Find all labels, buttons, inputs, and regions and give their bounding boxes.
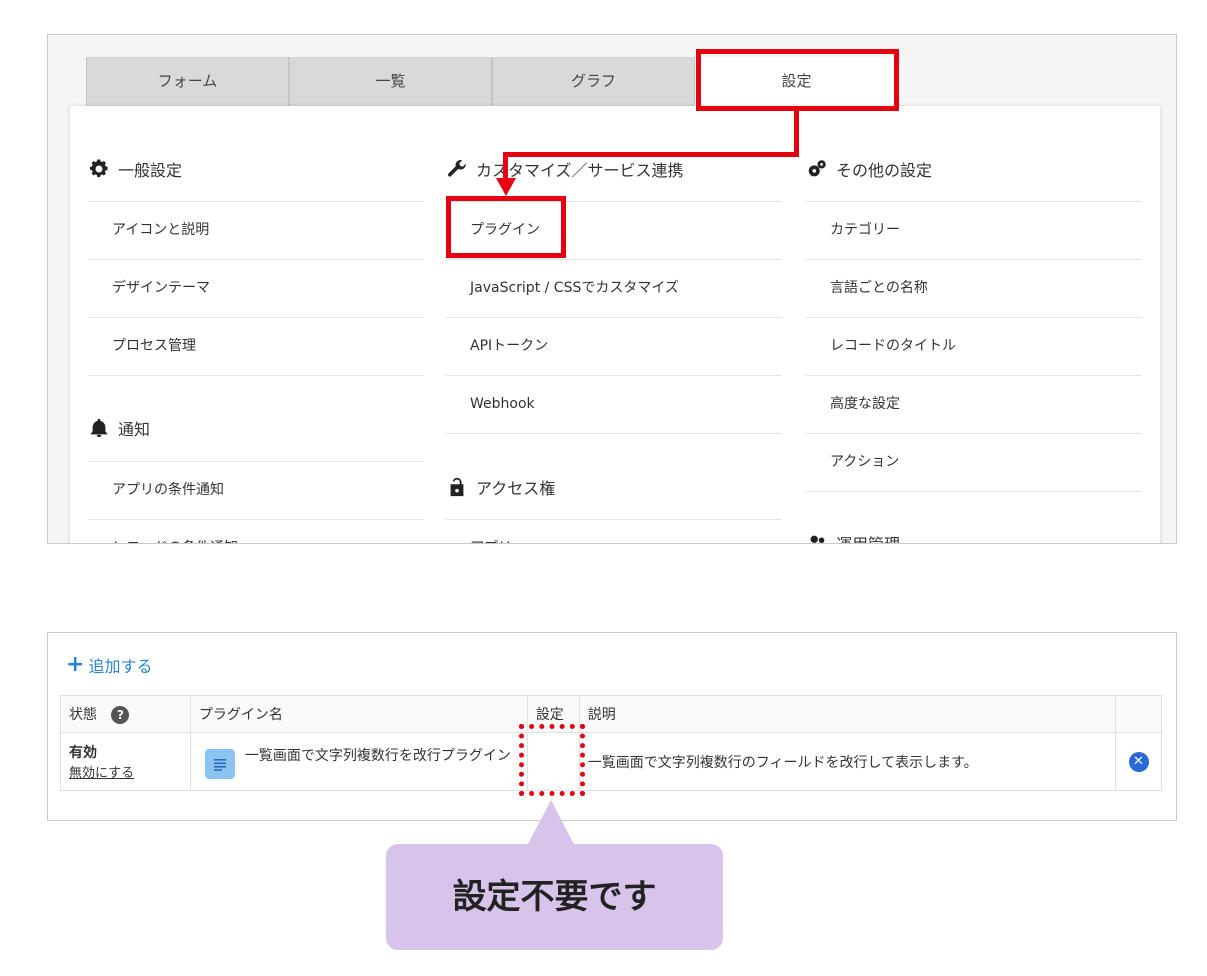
section-notify: 通知 (88, 413, 150, 443)
menu-item-action[interactable]: アクション (806, 433, 1142, 491)
header-status: 状態 ? (60, 695, 191, 733)
callout-no-settings: 設定不要です (386, 844, 723, 950)
section-ops: 運用管理 (806, 528, 900, 543)
cell-plugin-name: 一覧画面で文字列複数行を改行プラグイン (189, 732, 528, 791)
section-other: その他の設定 (806, 154, 932, 184)
cell-description: 一覧画面で文字列複数行のフィールドを改行して表示します。 (578, 732, 1117, 791)
header-actions (1115, 695, 1162, 733)
callout-pointer (527, 800, 575, 846)
users-icon (810, 535, 825, 543)
wrench-icon (448, 160, 466, 177)
annotation-line-horizontal (503, 152, 799, 157)
add-plugin-label: 追加する (88, 657, 153, 676)
tab-list[interactable]: 一覧 (289, 57, 492, 106)
menu-item-app-condition-notify[interactable]: アプリの条件通知 (88, 461, 424, 519)
section-access: アクセス権 (446, 472, 555, 502)
plugin-doc-icon (204, 748, 235, 779)
section-general: 一般設定 (88, 154, 182, 184)
menu-item-localized-names[interactable]: 言語ごとの名称 (806, 259, 1142, 317)
cell-actions: ✕ (1115, 732, 1162, 791)
help-icon[interactable]: ? (111, 706, 130, 724)
add-plugin-link[interactable]: + 追加する (66, 653, 152, 677)
menu-item-icon-description[interactable]: アイコンと説明 (88, 201, 424, 259)
section-access-title: アクセス権 (476, 479, 556, 498)
settings-menu: 一般設定 アイコンと説明 デザインテーマ プロセス管理 通知 アプリの条件通知 … (70, 106, 1160, 543)
cell-status: 有効 無効にする (60, 732, 191, 791)
section-other-title: その他の設定 (836, 161, 933, 180)
tab-graph[interactable]: グラフ (492, 57, 695, 106)
settings-cell-highlight (519, 724, 585, 796)
section-customize: カスタマイズ／サービス連携 (446, 154, 684, 184)
menu-item-record-condition-notify[interactable]: レコードの条件通知 (88, 519, 424, 543)
settings-panel: フォーム 一覧 グラフ 設定 一般設定 アイコンと説明 デザインテーマ プロセス… (47, 34, 1177, 544)
menu-item-api-token[interactable]: APIトークン (446, 317, 782, 375)
settings-tab-highlight (696, 49, 899, 111)
section-notify-title: 通知 (118, 420, 151, 439)
status-enabled: 有効 (69, 745, 97, 761)
annotation-arrowhead (496, 178, 516, 196)
plugin-name: 一覧画面で文字列複数行を改行プラグイン (244, 747, 511, 764)
menu-item-design-theme[interactable]: デザインテーマ (88, 259, 424, 317)
header-status-label: 状態 (69, 707, 97, 723)
tab-form[interactable]: フォーム (86, 57, 289, 106)
menu-item-app-access[interactable]: アプリ (446, 519, 782, 543)
menu-item-process-management[interactable]: プロセス管理 (88, 317, 424, 375)
section-general-title: 一般設定 (118, 161, 183, 180)
table-header-row: 状態 ? プラグイン名 設定 説明 (60, 695, 1162, 733)
header-description: 説明 (578, 695, 1117, 733)
menu-item-webhook[interactable]: Webhook (446, 375, 782, 433)
disable-link[interactable]: 無効にする (69, 766, 134, 781)
menu-item-record-title[interactable]: レコードのタイトル (806, 317, 1142, 375)
plugin-item-highlight (446, 196, 566, 258)
tab-bar: フォーム 一覧 グラフ 設定 (86, 57, 1136, 111)
menu-item-advanced-settings[interactable]: 高度な設定 (806, 375, 1142, 433)
annotation-line-vertical (794, 111, 799, 157)
unlock-icon (450, 477, 464, 497)
bell-icon (90, 418, 108, 438)
section-ops-title: 運用管理 (836, 531, 900, 543)
plus-icon: + (66, 652, 85, 677)
table-row: 有効 無効にする 一覧画面で文字列複数行を改行プラグイン 一覧画面で文字列複数行… (60, 732, 1162, 791)
plugin-panel: + 追加する 状態 ? プラグイン名 設定 説明 有効 無効にする 一覧画面で文… (47, 632, 1177, 821)
delete-icon[interactable]: ✕ (1128, 751, 1149, 772)
gear-icon (90, 159, 108, 178)
plugin-table: 状態 ? プラグイン名 設定 説明 有効 無効にする 一覧画面で文字列複数行を改… (60, 695, 1162, 791)
annotation-line-down (503, 152, 508, 180)
header-plugin-name: プラグイン名 (189, 695, 528, 733)
menu-item-category[interactable]: カテゴリー (806, 201, 1142, 259)
gears-icon (808, 160, 826, 177)
menu-item-js-css-customize[interactable]: JavaScript / CSSでカスタマイズ (446, 259, 782, 317)
